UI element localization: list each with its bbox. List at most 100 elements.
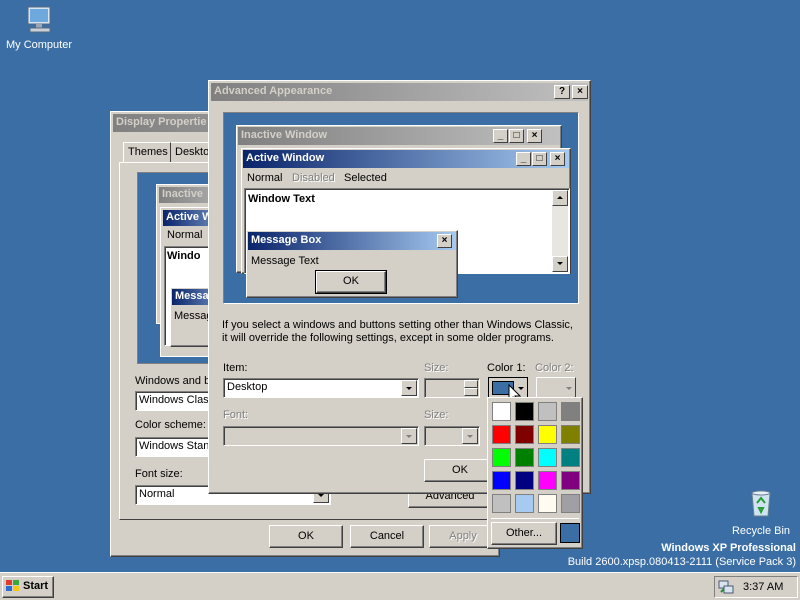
color-swatch[interactable] [515, 448, 534, 467]
font-size-label: Size: [424, 409, 449, 421]
color-swatch[interactable] [515, 494, 534, 513]
recycle-bin-label: Recycle Bin [731, 525, 791, 537]
network-tray-icon[interactable] [718, 579, 734, 595]
color-swatch[interactable] [538, 425, 557, 444]
tab-themes[interactable]: Themes [123, 142, 171, 162]
recycle-bin-icon [751, 490, 771, 517]
system-tray: 3:37 AM [714, 576, 798, 598]
color-swatch[interactable] [561, 425, 580, 444]
preview-messagebox: Message Box × Message Text OK [246, 230, 458, 298]
close-icon: × [437, 234, 452, 248]
preview-window-text: Windo [167, 250, 201, 262]
color-swatch[interactable] [492, 402, 511, 421]
maximize-icon: □ [509, 129, 524, 143]
start-button[interactable]: Start [2, 576, 54, 598]
ok-button[interactable]: OK [424, 459, 496, 482]
item-size-spinner[interactable] [424, 378, 480, 398]
color-swatch[interactable] [515, 425, 534, 444]
font-size-value: Normal [139, 488, 175, 500]
tab-themes-label: Themes [128, 146, 168, 158]
tab-desktop-label: Deskto [175, 146, 210, 158]
color-swatch[interactable] [538, 494, 557, 513]
color-swatch[interactable] [561, 494, 580, 513]
windows-version-watermark: Windows XP Professional Build 2600.xpsp.… [568, 541, 796, 569]
color-swatch[interactable] [515, 471, 534, 490]
color1-label: Color 1: [487, 362, 526, 374]
font-size-select[interactable] [424, 426, 480, 446]
windows-and-buttons-label: Windows and b [135, 375, 211, 387]
scroll-down-arrow-icon [552, 256, 568, 272]
preview-normal-text: Normal [167, 229, 203, 241]
item-value: Desktop [227, 381, 268, 393]
preview-messagebox-title: Message Box [251, 234, 322, 246]
preview-messagebox-ok: OK [315, 270, 387, 294]
minimize-icon: _ [516, 152, 531, 166]
preview-menu-normal: Normal [247, 172, 283, 184]
close-icon: × [527, 129, 542, 143]
selected-color-preview [560, 523, 580, 543]
item-select[interactable]: Desktop [223, 378, 419, 398]
item-size-label: Size: [424, 362, 449, 374]
font-size-label: Font size: [135, 468, 183, 480]
spin-down-icon[interactable] [464, 388, 478, 396]
preview-active-title: Active Window [246, 152, 325, 164]
item-label: Item: [223, 362, 248, 374]
my-computer-label: My Computer [5, 39, 73, 51]
chevron-down-icon[interactable] [462, 428, 478, 444]
color-swatch[interactable] [561, 448, 580, 467]
info-text-line2: it will override the following settings,… [222, 332, 554, 344]
color-swatch[interactable] [538, 448, 557, 467]
my-computer-desktop-icon[interactable]: My Computer [2, 4, 76, 54]
preview-inactive-title: Inactive Window [241, 129, 328, 141]
color-swatch[interactable] [561, 471, 580, 490]
preview-menu-disabled: Disabled [292, 172, 335, 184]
color-picker-popup: Other... [487, 397, 583, 549]
chevron-down-icon[interactable] [401, 428, 417, 444]
color-swatch[interactable] [492, 425, 511, 444]
ok-button[interactable]: OK [269, 525, 343, 548]
recycle-bin-desktop-icon[interactable]: Recycle Bin [726, 486, 796, 538]
advanced-appearance-titlebar[interactable]: Advanced Appearance [211, 83, 588, 101]
cancel-button[interactable]: Cancel [350, 525, 424, 548]
appearance-preview-pane: Inactive Window _ □ × Active Window _ □ … [223, 112, 579, 304]
color2-button[interactable] [536, 377, 576, 399]
display-properties-title: Display Propertie [116, 116, 207, 128]
font-select[interactable] [223, 426, 419, 446]
color2-label: Color 2: [535, 362, 574, 374]
watermark-build: Build 2600.xpsp.080413-2111 (Service Pac… [567, 556, 796, 568]
start-label: Start [23, 580, 49, 592]
color-swatch[interactable] [492, 494, 511, 513]
computer-icon [27, 6, 51, 33]
chevron-down-icon[interactable] [401, 380, 417, 396]
windows-logo-icon [6, 580, 19, 592]
color-swatch[interactable] [515, 402, 534, 421]
info-text-line1: If you select a windows and buttons sett… [222, 319, 573, 331]
minimize-icon: _ [493, 129, 508, 143]
color-swatch[interactable] [561, 402, 580, 421]
other-color-button[interactable]: Other... [491, 522, 557, 545]
help-button[interactable]: ? [554, 85, 570, 99]
taskbar: Start 3:37 AM [0, 572, 800, 600]
color-swatch[interactable] [492, 471, 511, 490]
watermark-product: Windows XP Professional [661, 542, 796, 554]
chevron-down-icon [566, 387, 572, 390]
advanced-appearance-title: Advanced Appearance [214, 85, 333, 97]
color-scheme-label: Color scheme: [135, 419, 206, 431]
clock[interactable]: 3:37 AM [743, 581, 783, 593]
separator [491, 518, 579, 519]
preview-scrollbar [552, 190, 568, 272]
close-button[interactable]: × [572, 85, 588, 99]
color-swatch[interactable] [492, 448, 511, 467]
maximize-icon: □ [532, 152, 547, 166]
font-label: Font: [223, 409, 249, 421]
preview-message-text: Messag [174, 310, 213, 322]
color-swatch[interactable] [538, 471, 557, 490]
scroll-up-arrow-icon [552, 190, 568, 206]
preview-window-text: Window Text [248, 193, 315, 205]
preview-messagebox-text: Message Text [251, 255, 319, 267]
preview-menu-selected: Selected [344, 172, 387, 184]
preview-messagebox-titlebar: Message Box [248, 232, 456, 250]
close-icon: × [550, 152, 565, 166]
spin-up-icon[interactable] [464, 380, 478, 388]
color-swatch[interactable] [538, 402, 557, 421]
